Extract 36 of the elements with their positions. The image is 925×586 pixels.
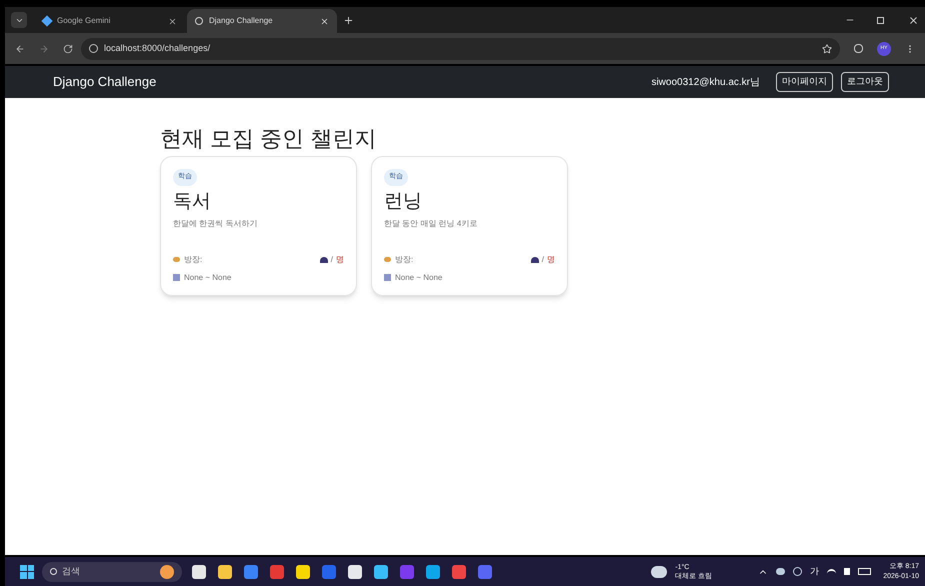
new-tab-icon[interactable] <box>343 15 354 26</box>
close-icon[interactable] <box>908 15 919 26</box>
host-label: 방장: <box>395 254 414 266</box>
start-icon[interactable] <box>20 564 34 578</box>
period-text: None ~ None <box>184 272 232 284</box>
challenge-description: 한달에 한권씩 독서하기 <box>173 218 258 230</box>
user-email: siwoo0312@khu.ac.kr님 <box>651 76 760 90</box>
forward-icon[interactable] <box>39 44 49 54</box>
ime-indicator[interactable]: 가 <box>810 564 820 578</box>
page-heading: 현재 모집 중인 챌린지 <box>160 125 378 153</box>
address-field[interactable]: localhost:8000/challenges/ <box>81 38 840 60</box>
url-text: localhost:8000/challenges/ <box>104 42 210 55</box>
challenge-title: 독서 <box>173 190 212 214</box>
challenge-description: 한달 동안 매일 런닝 4키로 <box>384 218 478 230</box>
browser-tab[interactable]: Django Challenge <box>187 9 337 33</box>
host-label: 방장: <box>184 254 202 266</box>
members-separator: / <box>542 254 544 266</box>
back-icon[interactable] <box>15 44 25 54</box>
members-unit: 명 <box>336 254 344 266</box>
taskbar-search-field[interactable]: 검색 <box>42 562 182 582</box>
search-placeholder: 검색 <box>62 564 81 578</box>
browser-tab[interactable]: Google Gemini <box>35 9 185 33</box>
members-unit: 명 <box>547 254 555 266</box>
period-text: None ~ None <box>395 272 442 284</box>
challenge-title: 런닝 <box>384 190 423 214</box>
logout-button[interactable]: 로그아웃 <box>841 72 889 92</box>
brand-link[interactable]: Django Challenge <box>53 72 156 92</box>
mypage-button[interactable]: 마이페이지 <box>776 72 833 92</box>
members-separator: / <box>330 254 333 266</box>
reload-icon[interactable] <box>63 44 73 54</box>
restore-icon[interactable] <box>877 17 884 24</box>
tab-title: Google Gemini <box>57 15 112 27</box>
star-icon[interactable] <box>822 44 832 54</box>
close-icon[interactable] <box>168 16 177 26</box>
tab-title: Django Challenge <box>209 15 274 27</box>
tab-list-icon[interactable] <box>11 12 27 28</box>
